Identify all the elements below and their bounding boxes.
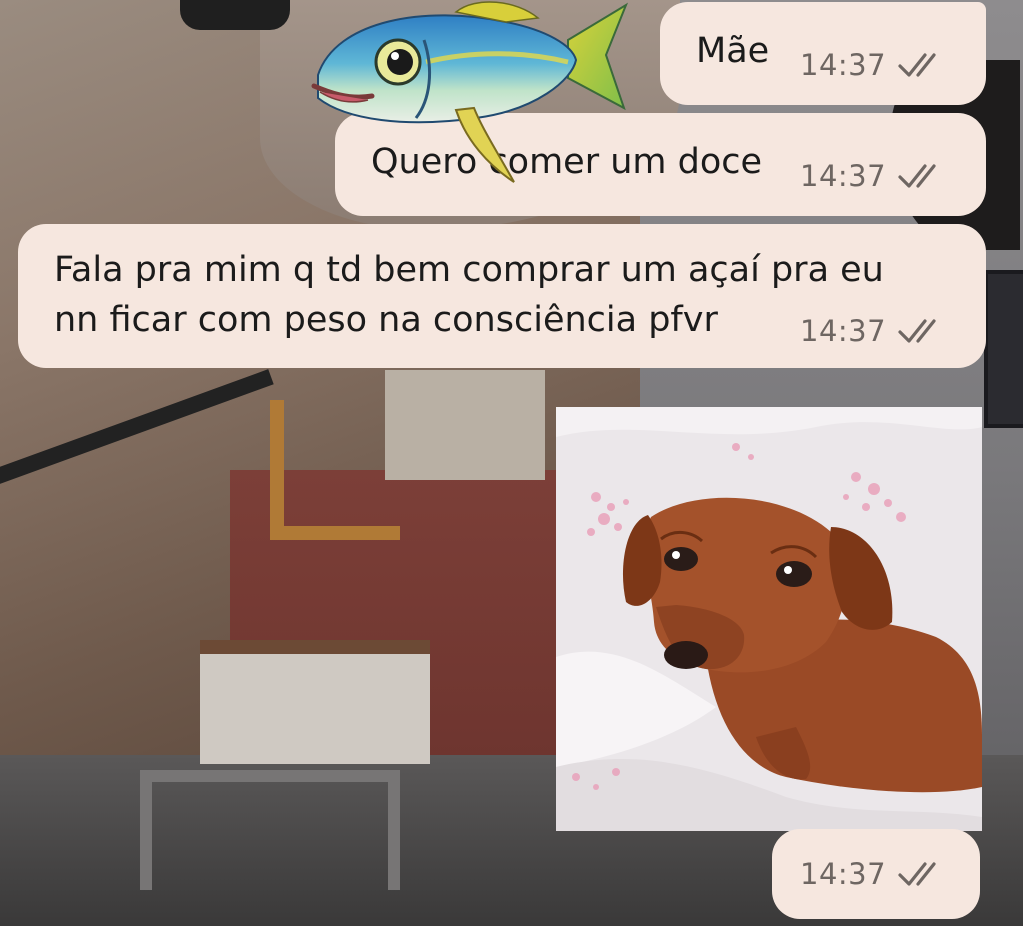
message-meta: 14:37 (800, 159, 950, 193)
wallpaper-strap-top (180, 0, 290, 30)
message-bubble-acai[interactable]: Fala pra mim q td bem comprar um açaí pr… (18, 224, 986, 368)
message-bubble-image-time[interactable]: 14:37 (772, 829, 980, 919)
double-check-icon (898, 862, 936, 886)
dachshund-dog-photo (556, 407, 982, 831)
message-meta: 14:37 (800, 48, 950, 82)
fish-sticker[interactable] (306, 0, 636, 185)
double-check-icon (898, 164, 936, 188)
wallpaper-table (200, 640, 430, 764)
wallpaper-frame (984, 270, 1023, 428)
image-message[interactable] (556, 407, 982, 831)
message-meta: 14:37 (800, 857, 950, 891)
message-time: 14:37 (800, 48, 887, 82)
wallpaper-stool (270, 400, 400, 540)
double-check-icon (898, 319, 936, 343)
wallpaper-box (385, 370, 545, 480)
message-text: Fala pra mim q td bem comprar um açaí pr… (54, 250, 884, 340)
wallpaper-table-legs (140, 770, 400, 890)
message-time: 14:37 (800, 857, 887, 891)
message-meta: 14:37 (800, 314, 950, 348)
double-check-icon (898, 53, 936, 77)
message-time: 14:37 (800, 159, 887, 193)
message-bubble-mae[interactable]: Mãe 14:37 (660, 2, 986, 105)
message-text: Mãe (696, 31, 770, 71)
message-time: 14:37 (800, 314, 887, 348)
